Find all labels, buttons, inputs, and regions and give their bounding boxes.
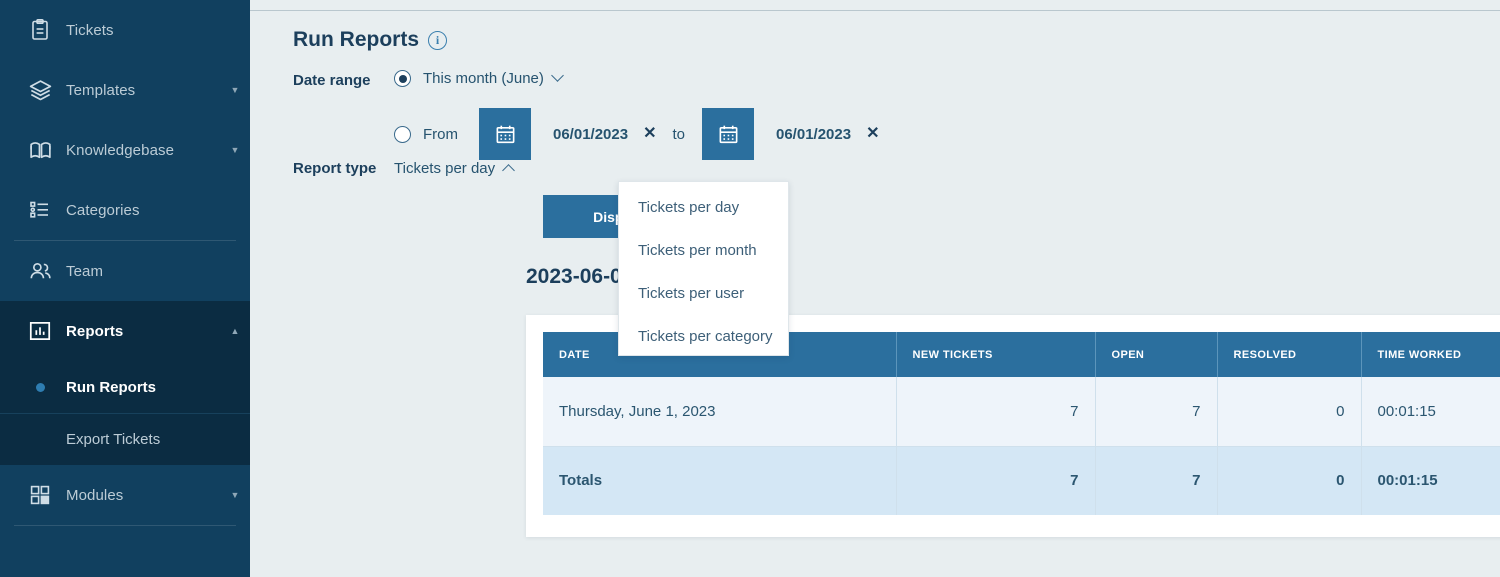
sidebar-item-label: Knowledgebase: [66, 141, 175, 159]
list-icon: [18, 198, 62, 222]
from-calendar-button[interactable]: [479, 108, 531, 160]
sidebar-item-categories[interactable]: Categories: [0, 180, 250, 240]
cell-new-tickets: 7: [896, 377, 1096, 447]
main-content: Run Reports i Date range This month (Jun…: [250, 0, 1500, 577]
chevron-down-icon[interactable]: ▼: [220, 490, 250, 500]
sidebar-item-export-tickets[interactable]: Export Tickets: [0, 413, 250, 465]
column-header-resolved[interactable]: RESOLVED: [1217, 332, 1362, 377]
clear-to-date-icon[interactable]: ✕: [866, 126, 879, 142]
sidebar-item-label: Categories: [66, 201, 140, 219]
report-table: DATE NEW TICKETS OPEN RESOLVED TIME WORK…: [543, 332, 1500, 515]
dropdown-option-tickets-per-user[interactable]: Tickets per user: [619, 272, 788, 315]
page-title-text: Run Reports: [293, 28, 419, 51]
clipboard-icon: [18, 18, 62, 42]
active-dot-icon: [18, 382, 62, 392]
date-range-preset-row: This month (June): [394, 69, 564, 87]
chevron-up-icon[interactable]: [502, 164, 516, 177]
to-label: to: [672, 125, 685, 143]
cell-totals-new-tickets: 7: [896, 446, 1096, 515]
people-icon: [18, 259, 62, 284]
book-icon: [18, 138, 62, 163]
sidebar-item-label: Team: [66, 262, 104, 280]
sidebar-item-reports[interactable]: Reports ▲: [0, 301, 250, 361]
dropdown-option-tickets-per-day[interactable]: Tickets per day: [619, 186, 788, 229]
column-header-open[interactable]: OPEN: [1095, 332, 1218, 377]
sidebar-item-label: Modules: [66, 486, 124, 504]
app-root: Tickets Templates ▼ Knowledgebase ▼ Cate…: [0, 0, 1500, 577]
column-header-new-tickets[interactable]: NEW TICKETS: [896, 332, 1096, 377]
sidebar-subitem-label: Run Reports: [66, 378, 156, 396]
report-type-label: Report type: [293, 160, 377, 177]
preset-select[interactable]: This month (June): [423, 69, 564, 87]
report-type-dropdown[interactable]: Tickets per day Tickets per month Ticket…: [618, 181, 789, 356]
cell-totals-resolved: 0: [1217, 446, 1362, 515]
column-header-time-worked[interactable]: TIME WORKED: [1361, 332, 1500, 377]
table-row[interactable]: Thursday, June 1, 2023 7 7 0 00:01:15: [543, 377, 1500, 447]
from-date-value[interactable]: 06/01/2023: [553, 126, 628, 143]
layers-icon: [18, 78, 62, 103]
sidebar-item-label: Tickets: [66, 21, 114, 39]
content-top-border: [250, 10, 1500, 11]
cell-resolved: 0: [1217, 377, 1362, 447]
dropdown-option-tickets-per-month[interactable]: Tickets per month: [619, 229, 788, 272]
to-calendar-button[interactable]: [702, 108, 754, 160]
table-body: Thursday, June 1, 2023 7 7 0 00:01:15 To…: [543, 377, 1500, 515]
date-range-custom-row: From 06/01/2023 ✕ to 06/01/2023 ✕: [394, 108, 879, 160]
to-date-value[interactable]: 06/01/2023: [776, 126, 851, 143]
sidebar-item-modules[interactable]: Modules ▼: [0, 465, 250, 525]
table-totals-row: Totals 7 7 0 00:01:15: [543, 446, 1500, 515]
sidebar-item-tickets[interactable]: Tickets: [0, 0, 250, 60]
sidebar-item-run-reports[interactable]: Run Reports: [0, 361, 250, 413]
sidebar-item-templates[interactable]: Templates ▼: [0, 60, 250, 120]
sidebar-item-knowledgebase[interactable]: Knowledgebase ▼: [0, 120, 250, 180]
sidebar-item-label: Reports: [66, 322, 124, 340]
cell-date: Thursday, June 1, 2023: [543, 377, 897, 447]
preset-value: This month (June): [423, 70, 544, 87]
chart-icon: [18, 318, 62, 344]
radio-this-month[interactable]: [394, 70, 411, 87]
clear-from-date-icon[interactable]: ✕: [643, 126, 656, 142]
sidebar-item-team[interactable]: Team: [0, 241, 250, 301]
cell-totals-label: Totals: [543, 446, 897, 515]
chevron-down-icon[interactable]: ▼: [220, 145, 250, 155]
report-type-value: Tickets per day: [394, 160, 496, 177]
sidebar: Tickets Templates ▼ Knowledgebase ▼ Cate…: [0, 0, 250, 577]
chevron-down-icon[interactable]: [551, 69, 564, 82]
cell-time-worked: 00:01:15: [1361, 377, 1500, 447]
results-heading: 2023-06-0: [526, 265, 622, 288]
sidebar-item-label: Templates: [66, 81, 136, 99]
page-title: Run Reports i: [293, 28, 447, 52]
chevron-down-icon[interactable]: ▼: [220, 85, 250, 95]
date-range-label: Date range: [293, 72, 371, 89]
chevron-up-icon[interactable]: ▲: [220, 326, 250, 336]
cell-totals-time-worked: 00:01:15: [1361, 446, 1500, 515]
sidebar-subitem-label: Export Tickets: [66, 431, 161, 448]
dropdown-option-tickets-per-category[interactable]: Tickets per category: [619, 315, 788, 358]
sidebar-divider-bottom: [14, 525, 236, 526]
report-type-select[interactable]: Tickets per day: [394, 160, 516, 177]
grid-icon: [18, 483, 62, 507]
radio-custom-range[interactable]: [394, 125, 411, 143]
cell-open: 7: [1095, 377, 1218, 447]
from-label: From: [423, 125, 458, 143]
info-icon[interactable]: i: [428, 30, 447, 50]
cell-totals-open: 7: [1095, 446, 1218, 515]
